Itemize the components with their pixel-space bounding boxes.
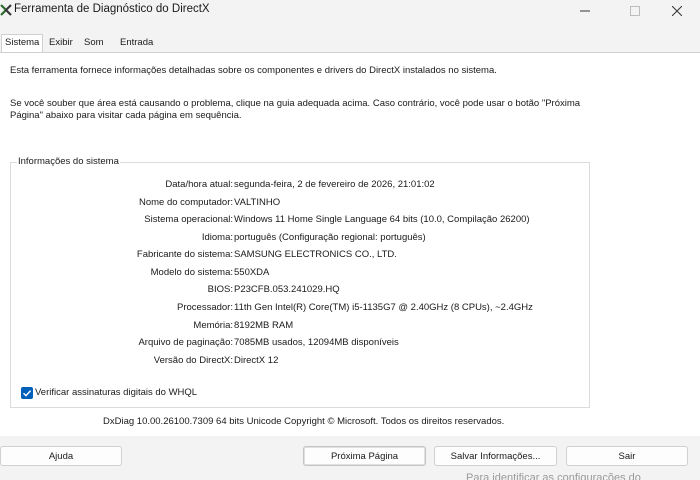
- copyright-text: DxDiag 10.00.26100.7309 64 bits Unicode …: [103, 416, 505, 427]
- info-row-manufacturer: Fabricante do sistema: SAMSUNG ELECTRONI…: [11, 249, 581, 263]
- next-page-button[interactable]: Próxima Página: [303, 446, 426, 466]
- info-row-directx-version: Versão do DirectX: DirectX 12: [11, 355, 581, 369]
- close-button[interactable]: [654, 0, 700, 22]
- info-row-datetime: Data/hora atual: segunda-feira, 2 de fev…: [11, 179, 581, 193]
- whql-checkbox[interactable]: [21, 387, 33, 399]
- info-row-processor: Processador: 11th Gen Intel(R) Core(TM) …: [11, 302, 581, 316]
- info-row-language: Idioma: português (Configuração regional…: [11, 232, 581, 246]
- tab-som[interactable]: Som: [81, 35, 107, 52]
- info-value: 8192MB RAM: [234, 320, 294, 331]
- close-icon: [672, 6, 682, 16]
- intro-text: Esta ferramenta fornece informações deta…: [10, 65, 497, 76]
- info-value: P23CFB.053.241029.HQ: [234, 284, 340, 295]
- info-row-bios: BIOS: P23CFB.053.241029.HQ: [11, 284, 581, 298]
- maximize-icon: [630, 6, 640, 16]
- tab-entrada[interactable]: Entrada: [117, 35, 156, 52]
- system-info-group: Informações do sistema Data/hora atual: …: [10, 156, 590, 408]
- title-bar[interactable]: Ferramenta de Diagnóstico do DirectX: [0, 0, 700, 22]
- info-value: 7085MB usados, 12094MB disponíveis: [234, 337, 399, 348]
- info-value: segunda-feira, 2 de fevereiro de 2026, 2…: [234, 179, 435, 190]
- tab-panel-sistema: Esta ferramenta fornece informações deta…: [0, 52, 700, 436]
- info-row-os: Sistema operacional: Windows 11 Home Sin…: [11, 214, 581, 228]
- tab-exibir[interactable]: Exibir: [46, 35, 76, 52]
- info-label: Sistema operacional:: [144, 214, 233, 225]
- info-value: Windows 11 Home Single Language 64 bits …: [234, 214, 530, 225]
- tab-strip: Sistema Exibir Som Entrada: [0, 34, 700, 52]
- info-row-computer-name: Nome do computador: VALTINHO: [11, 197, 581, 211]
- help-button[interactable]: Ajuda: [0, 446, 122, 466]
- info-label: Memória:: [193, 320, 233, 331]
- window-title: Ferramenta de Diagnóstico do DirectX: [14, 3, 210, 15]
- info-value: SAMSUNG ELECTRONICS CO., LTD.: [234, 249, 397, 260]
- info-value: português (Configuração regional: portug…: [234, 232, 426, 243]
- info-label: Arquivo de paginação:: [138, 337, 233, 348]
- whql-checkbox-label[interactable]: Verificar assinaturas digitais do WHQL: [35, 387, 197, 398]
- info-value: 11th Gen Intel(R) Core(TM) i5-1135G7 @ 2…: [234, 302, 533, 313]
- exit-button[interactable]: Sair: [566, 446, 688, 466]
- info-value: VALTINHO: [234, 197, 281, 208]
- info-label: Data/hora atual:: [165, 179, 233, 190]
- info-label: Processador:: [177, 302, 233, 313]
- background-window-bleed: Para identificar as configurações do: [0, 470, 700, 480]
- info-label: Versão do DirectX:: [153, 355, 233, 366]
- info-value: 550XDA: [234, 267, 270, 278]
- info-label: Idioma:: [201, 232, 233, 243]
- checkmark-icon: [23, 390, 32, 397]
- info-row-memory: Memória: 8192MB RAM: [11, 320, 581, 334]
- minimize-icon: [580, 10, 590, 12]
- info-value: DirectX 12: [234, 355, 279, 366]
- minimize-button[interactable]: [562, 0, 608, 22]
- system-info-legend: Informações do sistema: [17, 156, 120, 167]
- info-label: Fabricante do sistema:: [136, 249, 233, 260]
- info-label: Modelo do sistema:: [150, 267, 233, 278]
- save-info-button[interactable]: Salvar Informações...: [434, 446, 557, 466]
- info-row-pagefile: Arquivo de paginação: 7085MB usados, 120…: [11, 337, 581, 351]
- background-text: Para identificar as configurações do: [466, 472, 641, 480]
- maximize-button[interactable]: [612, 0, 658, 22]
- info-row-model: Modelo do sistema: 550XDA: [11, 267, 581, 281]
- info-label: BIOS:: [207, 284, 233, 295]
- info-label: Nome do computador:: [139, 197, 233, 208]
- directx-x-icon: [0, 3, 12, 17]
- tab-sistema[interactable]: Sistema: [1, 34, 44, 52]
- instructions-text: Se você souber que área está causando o …: [10, 98, 581, 121]
